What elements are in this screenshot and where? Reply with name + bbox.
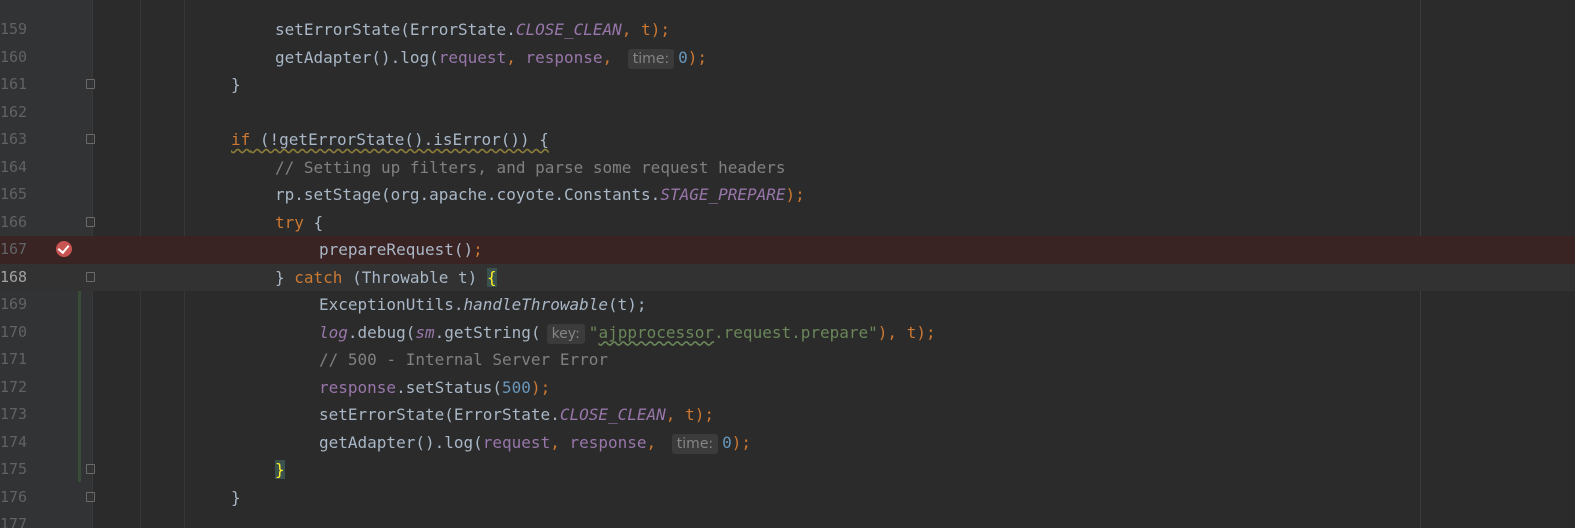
fold-marker-icon[interactable] — [86, 134, 95, 144]
line-number: 162 — [0, 102, 28, 121]
code-line[interactable]: 172 response.setStatus(500); — [0, 374, 1575, 402]
line-number: 177 — [0, 515, 28, 528]
line-number: 160 — [0, 47, 28, 66]
line-number: 165 — [0, 185, 28, 203]
code-text: } catch (Throwable t) { — [275, 267, 497, 287]
breakpoint-icon[interactable] — [56, 241, 72, 257]
line-number: 176 — [0, 487, 28, 506]
code-text: try { — [275, 212, 324, 232]
line-number: 159 — [0, 20, 28, 38]
code-line[interactable]: 166 try { — [0, 209, 1575, 237]
code-line[interactable]: 177 — [0, 511, 1575, 528]
code-line-current[interactable]: 168 } catch (Throwable t) { — [0, 263, 1575, 291]
code-line[interactable]: 170 log.debug(sm.getString(key: "ajpproce… — [0, 319, 1575, 347]
code-comment: // 500 - Internal Server Error — [319, 350, 608, 369]
line-number: 161 — [0, 75, 28, 93]
code-line[interactable]: 164 // Setting up filters, and parse som… — [0, 154, 1575, 182]
code-line[interactable]: 171 // 500 - Internal Server Error — [0, 346, 1575, 374]
line-number: 167 — [0, 240, 28, 258]
code-line[interactable]: 159 setErrorState(ErrorState.CLOSE_CLEAN… — [0, 16, 1575, 44]
code-line[interactable]: 173 setErrorState(ErrorState.CLOSE_CLEAN… — [0, 401, 1575, 429]
code-text: prepareRequest(); — [319, 240, 483, 259]
code-line[interactable]: 160 getAdapter().log(request, response, … — [0, 44, 1575, 72]
code-comment: // Setting up filters, and parse some re… — [275, 157, 786, 177]
code-text: if (!getErrorState().isError()) { — [231, 130, 549, 149]
line-number: 168 — [0, 267, 28, 286]
matched-brace: } — [275, 460, 285, 479]
code-text: response.setStatus(500); — [319, 377, 551, 397]
line-number: 170 — [0, 322, 28, 341]
code-text: ExceptionUtils.handleThrowable(t); — [319, 295, 647, 314]
code-text: getAdapter().log(request, response, time… — [319, 432, 752, 454]
fold-marker-icon[interactable] — [86, 79, 95, 89]
code-editor[interactable]: 159 setErrorState(ErrorState.CLOSE_CLEAN… — [0, 0, 1575, 528]
code-text: log.debug(sm.getString(key: "ajpprocessor… — [319, 322, 936, 344]
code-text: rp.setStage(org.apache.coyote.Constants.… — [275, 185, 805, 204]
code-line[interactable]: 163 if (!getErrorState().isError()) { — [0, 126, 1575, 154]
line-number: 175 — [0, 460, 28, 478]
line-number: 169 — [0, 295, 28, 313]
line-number: 171 — [0, 350, 28, 368]
code-text: } — [231, 487, 241, 507]
fold-marker-icon[interactable] — [86, 216, 95, 227]
code-text: setErrorState(ErrorState.CLOSE_CLEAN, t)… — [319, 405, 714, 424]
fold-marker-icon[interactable] — [86, 464, 95, 474]
fold-marker-icon[interactable] — [86, 271, 95, 282]
code-text: } — [275, 456, 285, 484]
line-number: 166 — [0, 212, 28, 231]
code-text: getAdapter().log(request, response, time… — [275, 47, 708, 69]
code-line[interactable]: 162 — [0, 99, 1575, 127]
code-text: } — [231, 75, 241, 94]
parameter-hint: key: — [546, 323, 585, 344]
parameter-hint: time: — [671, 433, 719, 454]
code-text: setErrorState(ErrorState.CLOSE_CLEAN, t)… — [275, 20, 670, 39]
parameter-hint: time: — [627, 48, 675, 69]
code-line[interactable]: 161 } — [0, 71, 1575, 99]
code-line[interactable]: 175 } — [0, 456, 1575, 484]
fold-marker-icon[interactable] — [86, 491, 95, 502]
matched-brace: { — [486, 267, 497, 287]
line-number: 172 — [0, 377, 28, 396]
code-line[interactable]: 169 ExceptionUtils.handleThrowable(t); — [0, 291, 1575, 319]
code-line[interactable]: 165 rp.setStage(org.apache.coyote.Consta… — [0, 181, 1575, 209]
code-line-breakpoint[interactable]: 167 prepareRequest(); — [0, 236, 1575, 264]
line-number: 173 — [0, 405, 28, 423]
line-number: 163 — [0, 130, 28, 148]
code-line[interactable]: 176 } — [0, 484, 1575, 512]
line-number: 164 — [0, 157, 28, 176]
line-number: 174 — [0, 432, 28, 451]
code-line[interactable]: 174 getAdapter().log(request, response, … — [0, 429, 1575, 457]
